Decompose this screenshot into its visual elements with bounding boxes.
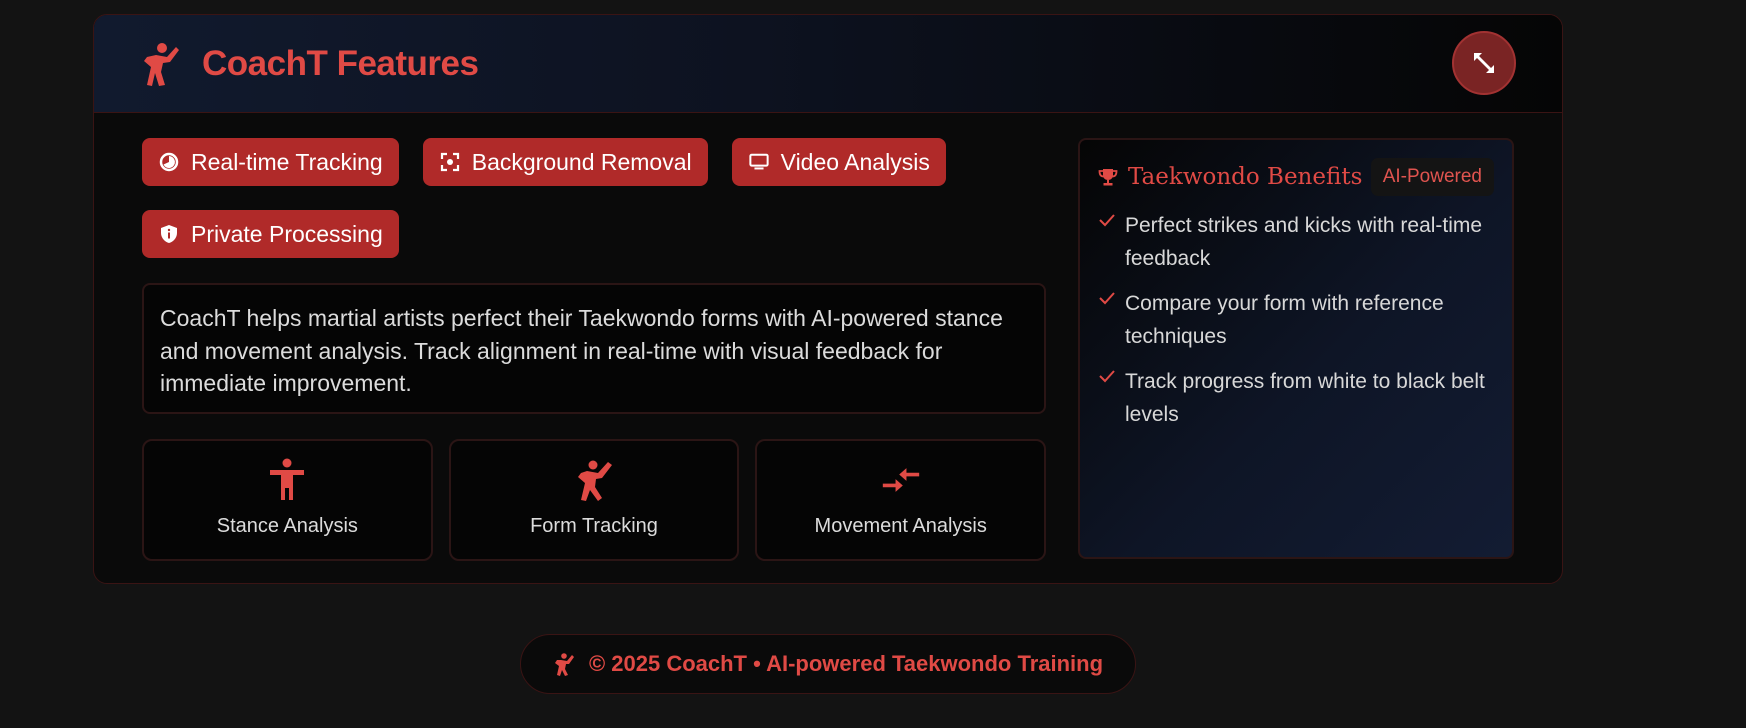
martial-arts-kick-icon: [554, 653, 574, 676]
benefit-text: Perfect strikes and kicks with real-time…: [1125, 214, 1483, 270]
feature-label: Stance Analysis: [216, 515, 358, 537]
feature-stance-analysis[interactable]: Stance Analysis: [142, 439, 433, 561]
feature-movement-analysis[interactable]: Movement Analysis: [755, 439, 1047, 561]
chip-background-removal[interactable]: Background Removal: [422, 138, 708, 186]
list-item: Perfect strikes and kicks with real-time…: [1098, 209, 1494, 275]
description-box: CoachT helps martial artists perfect the…: [142, 283, 1046, 414]
feature-form-tracking[interactable]: Form Tracking: [448, 439, 740, 561]
check-icon: [1099, 370, 1115, 383]
expand-button[interactable]: [1452, 31, 1516, 95]
features-card: CoachT Features Real-time Tracking Backg…: [93, 14, 1563, 584]
feature-label: Form Tracking: [530, 515, 658, 537]
focus-frame-icon: [440, 152, 460, 172]
feature-chips: Real-time Tracking Background Removal Vi…: [142, 138, 1046, 258]
expand-diagonal-icon: [1474, 53, 1494, 73]
benefit-text: Track progress from white to black belt …: [1125, 370, 1485, 426]
benefit-text: Compare your form with reference techniq…: [1125, 292, 1444, 348]
chip-label: Real-time Tracking: [191, 148, 383, 175]
benefits-panel: Taekwondo Benefits AI-Powered Perfect st…: [1078, 138, 1514, 559]
shield-info-icon: [159, 224, 179, 244]
chip-real-time-tracking[interactable]: Real-time Tracking: [142, 138, 399, 186]
check-icon: [1099, 292, 1115, 305]
trophy-icon: [1098, 169, 1118, 186]
benefits-title: Taekwondo Benefits: [1128, 164, 1363, 190]
feature-cards: Stance Analysis Form Tracking Movement A…: [142, 439, 1047, 561]
card-header: CoachT Features: [94, 15, 1562, 113]
list-item: Compare your form with reference techniq…: [1098, 287, 1494, 353]
check-icon: [1099, 214, 1115, 227]
list-item: Track progress from white to black belt …: [1098, 365, 1494, 431]
martial-arts-kick-icon: [578, 460, 612, 501]
chip-video-analysis[interactable]: Video Analysis: [731, 138, 946, 186]
martial-arts-kick-icon: [144, 42, 179, 86]
ai-powered-badge: AI-Powered: [1370, 158, 1494, 196]
card-body: Real-time Tracking Background Removal Vi…: [94, 114, 1562, 583]
footer: © 2025 CoachT • AI-powered Taekwondo Tra…: [520, 634, 1136, 694]
features-column: Real-time Tracking Background Removal Vi…: [142, 138, 1047, 561]
feature-label: Movement Analysis: [814, 515, 987, 537]
compare-arrows-icon: [882, 468, 919, 492]
pie-chart-icon: [159, 152, 179, 172]
chip-label: Video Analysis: [780, 148, 930, 175]
benefits-list: Perfect strikes and kicks with real-time…: [1098, 209, 1494, 431]
monitor-icon: [749, 152, 769, 172]
chip-label: Background Removal: [471, 148, 692, 175]
standing-person-icon: [270, 458, 305, 500]
footer-text: © 2025 CoachT • AI-powered Taekwondo Tra…: [588, 651, 1104, 676]
chip-label: Private Processing: [191, 220, 383, 247]
benefits-header: Taekwondo Benefits AI-Powered: [1098, 158, 1494, 196]
page-title: CoachT Features: [202, 43, 479, 83]
chip-private-processing[interactable]: Private Processing: [142, 210, 399, 258]
